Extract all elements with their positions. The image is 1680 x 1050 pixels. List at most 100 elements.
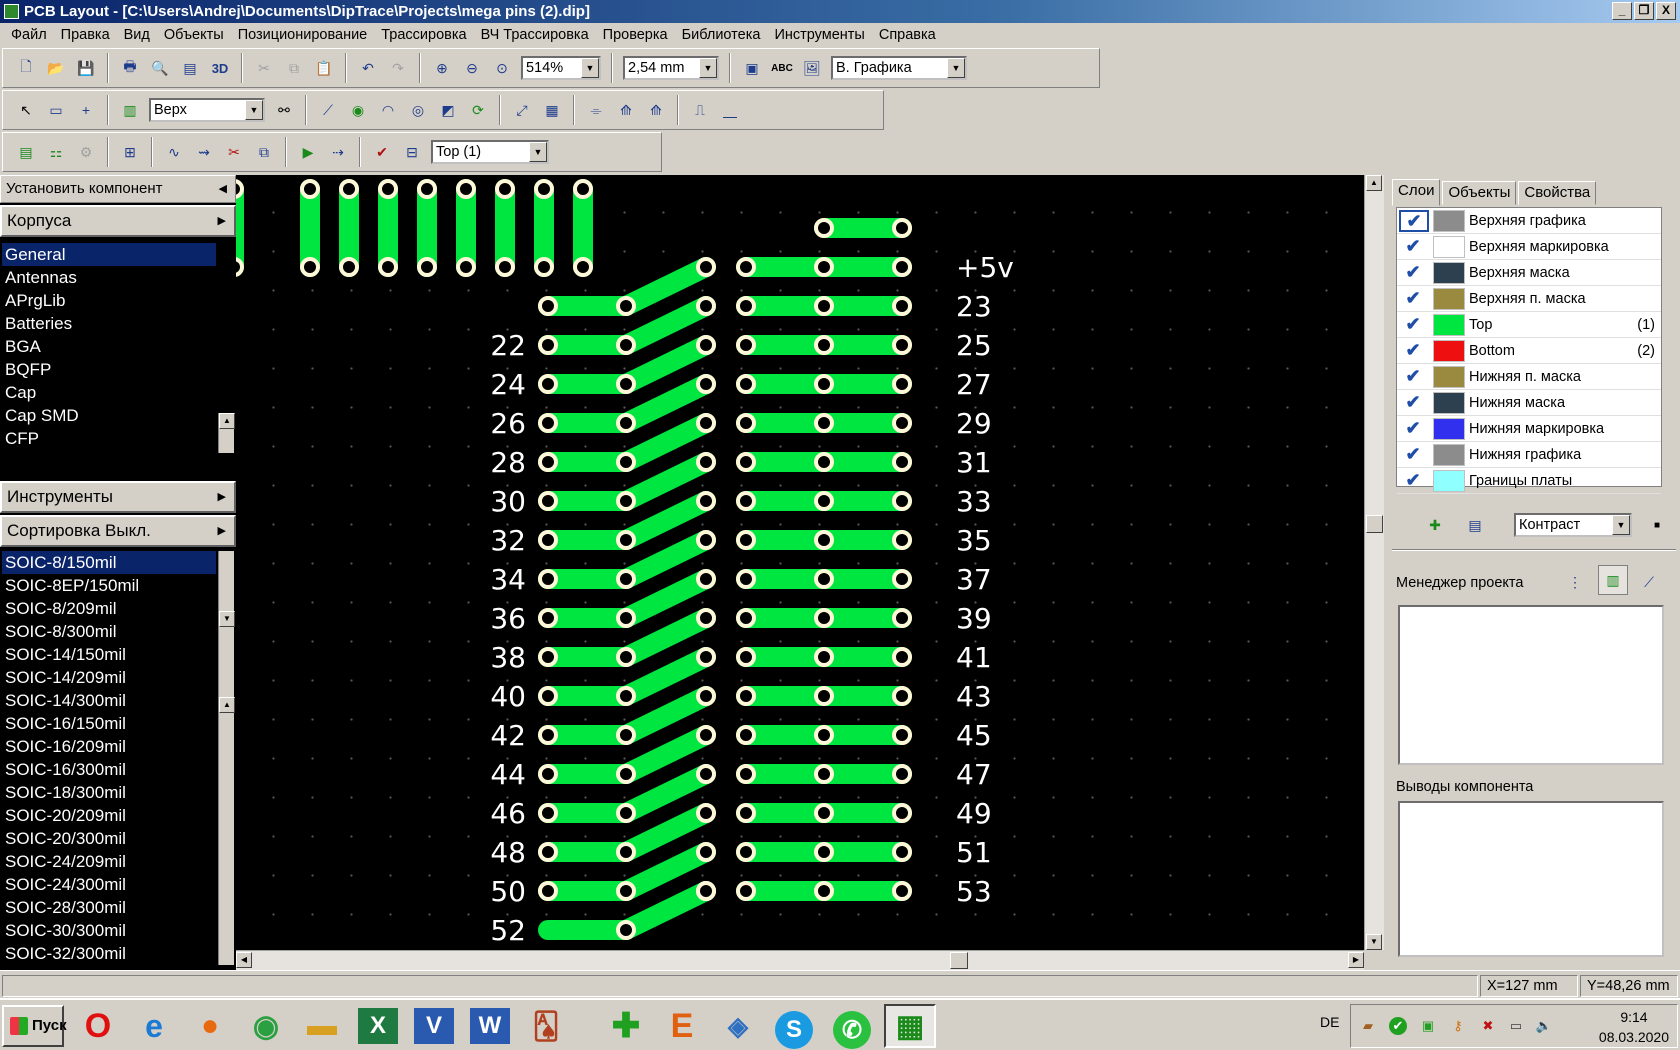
visibility-checkbox[interactable]: ✔ bbox=[1397, 418, 1429, 439]
pad[interactable] bbox=[736, 530, 756, 550]
pad[interactable] bbox=[538, 803, 558, 823]
pad[interactable] bbox=[300, 179, 320, 199]
menu-library[interactable]: Библиотека bbox=[675, 27, 768, 43]
board-icon[interactable]: ▣ bbox=[737, 53, 767, 83]
pad[interactable] bbox=[736, 842, 756, 862]
component-list-item[interactable]: SOIC-20/209mil bbox=[2, 804, 216, 827]
pad[interactable] bbox=[339, 257, 359, 277]
trace[interactable] bbox=[616, 452, 716, 511]
pad[interactable] bbox=[236, 257, 244, 277]
pad[interactable] bbox=[696, 530, 716, 550]
visibility-checkbox[interactable]: ✔ bbox=[1397, 366, 1429, 387]
visibility-checkbox[interactable]: ✔ bbox=[1399, 209, 1429, 232]
scroll-down-icon[interactable]: ▼ bbox=[1366, 934, 1382, 950]
trace[interactable] bbox=[616, 296, 716, 355]
library-list-scrollbar[interactable]: ▲ bbox=[218, 413, 235, 453]
component-list-scrollbar[interactable]: ▼ ▲ bbox=[218, 551, 235, 965]
pad[interactable] bbox=[736, 647, 756, 667]
pad[interactable] bbox=[814, 530, 834, 550]
component-icon[interactable]: ▥ bbox=[115, 95, 145, 125]
scroll-up-icon[interactable]: ▲ bbox=[1366, 175, 1382, 191]
pad[interactable] bbox=[736, 335, 756, 355]
menu-tools[interactable]: Инструменты bbox=[767, 27, 871, 43]
menu-file[interactable]: Файл bbox=[4, 27, 54, 43]
pad[interactable] bbox=[538, 335, 558, 355]
unroute-icon[interactable]: ✂ bbox=[219, 137, 249, 167]
pad[interactable] bbox=[538, 491, 558, 511]
pad[interactable] bbox=[892, 296, 912, 316]
internet-explorer-icon[interactable]: e bbox=[128, 1004, 180, 1048]
pad[interactable] bbox=[696, 335, 716, 355]
pad[interactable] bbox=[736, 725, 756, 745]
component-list-item[interactable]: SOIC-30/300mil bbox=[2, 919, 216, 942]
pad[interactable] bbox=[892, 335, 912, 355]
editor-icon[interactable]: E bbox=[656, 1004, 708, 1048]
net-icon[interactable]: ⧉ bbox=[249, 137, 279, 167]
pad[interactable] bbox=[892, 842, 912, 862]
pad[interactable] bbox=[616, 569, 636, 589]
trace[interactable] bbox=[616, 569, 716, 628]
clock[interactable]: 9:14 08.03.2020 bbox=[1599, 1007, 1669, 1047]
scroll-up-icon[interactable]: ▲ bbox=[219, 697, 235, 713]
layer-row[interactable]: ✔ Нижняя маска bbox=[1397, 390, 1661, 416]
component-list-item[interactable]: SOIC-16/209mil bbox=[2, 735, 216, 758]
trace[interactable] bbox=[616, 374, 716, 433]
library-list-item[interactable]: Cap bbox=[2, 381, 216, 404]
pad[interactable] bbox=[736, 881, 756, 901]
pad[interactable] bbox=[814, 218, 834, 238]
pad[interactable] bbox=[814, 725, 834, 745]
pad[interactable] bbox=[417, 257, 437, 277]
pad[interactable] bbox=[814, 764, 834, 784]
route-trace-icon[interactable]: ⟋ bbox=[313, 95, 343, 125]
pad[interactable] bbox=[300, 257, 320, 277]
pad[interactable] bbox=[616, 530, 636, 550]
scroll-down-icon[interactable]: ▼ bbox=[219, 611, 235, 627]
layer-color-swatch[interactable] bbox=[1433, 209, 1465, 232]
trace[interactable] bbox=[616, 608, 716, 667]
opera-icon[interactable]: O bbox=[72, 1004, 124, 1048]
chevron-down-icon[interactable]: ▼ bbox=[699, 58, 717, 78]
component-list-item[interactable]: SOIC-24/209mil bbox=[2, 850, 216, 873]
pad[interactable] bbox=[495, 257, 515, 277]
pad[interactable] bbox=[456, 257, 476, 277]
title-bar[interactable]: PCB Layout - [C:\Users\Andrej\Documents\… bbox=[0, 0, 1680, 23]
pad[interactable] bbox=[236, 179, 244, 199]
pad[interactable] bbox=[814, 569, 834, 589]
menu-edit[interactable]: Правка bbox=[54, 27, 117, 43]
pad[interactable] bbox=[538, 413, 558, 433]
save-icon[interactable]: 💾 bbox=[71, 53, 101, 83]
copy-icon[interactable]: ⧉ bbox=[279, 53, 309, 83]
redo-icon[interactable]: ↷ bbox=[383, 53, 413, 83]
component-list-item[interactable]: SOIC-32/300mil bbox=[2, 942, 216, 965]
project-manager-box[interactable] bbox=[1398, 605, 1664, 765]
pad[interactable] bbox=[814, 803, 834, 823]
route-selected-icon[interactable]: ⇢ bbox=[323, 137, 353, 167]
pad[interactable] bbox=[616, 296, 636, 316]
component-list-item[interactable]: SOIC-14/209mil bbox=[2, 666, 216, 689]
trace[interactable] bbox=[616, 647, 716, 706]
tools-section[interactable]: Инструменты ▶ bbox=[0, 481, 236, 513]
pad[interactable] bbox=[696, 374, 716, 394]
layer-color-swatch[interactable] bbox=[1433, 287, 1465, 310]
close-button[interactable]: X bbox=[1656, 2, 1676, 20]
undo-icon[interactable]: ↶ bbox=[353, 53, 383, 83]
pad[interactable] bbox=[538, 842, 558, 862]
diptrace-schematic-icon[interactable]: ✚ bbox=[600, 1004, 652, 1048]
layer-color-swatch[interactable] bbox=[1433, 313, 1465, 336]
select-arrow-icon[interactable]: ↖ bbox=[11, 95, 41, 125]
components-view-icon[interactable]: ▥ bbox=[1598, 565, 1628, 595]
open-folder-icon[interactable]: 📂 bbox=[41, 53, 71, 83]
pad[interactable] bbox=[814, 608, 834, 628]
minimize-button[interactable]: _ bbox=[1612, 2, 1632, 20]
pad[interactable] bbox=[538, 647, 558, 667]
trace[interactable] bbox=[616, 530, 716, 589]
chevron-down-icon[interactable]: ▼ bbox=[1612, 515, 1630, 535]
pad[interactable] bbox=[814, 452, 834, 472]
pad[interactable] bbox=[534, 257, 554, 277]
pad[interactable] bbox=[696, 764, 716, 784]
chrome-icon[interactable]: ◉ bbox=[240, 1004, 292, 1048]
menu-objects[interactable]: Объекты bbox=[157, 27, 231, 43]
pad[interactable] bbox=[736, 257, 756, 277]
active-layer-combo[interactable]: Top (1) ▼ bbox=[431, 140, 549, 164]
library-list-item[interactable]: BQFP bbox=[2, 358, 216, 381]
